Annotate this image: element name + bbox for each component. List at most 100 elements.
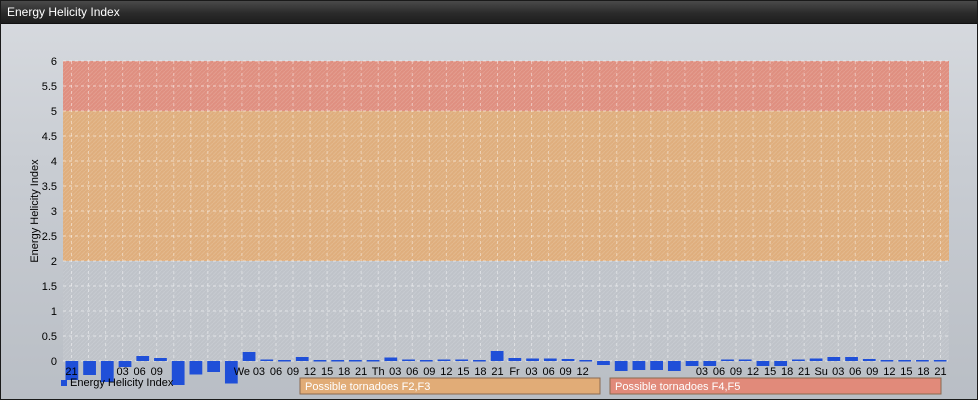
x-tick-label: 09 [866, 366, 878, 378]
x-tick-label: 06 [406, 366, 418, 378]
x-tick-label: 03 [832, 366, 844, 378]
x-tick-label: 18 [781, 366, 793, 378]
x-tick-label: Su [814, 366, 827, 378]
x-tick-label: 12 [304, 366, 316, 378]
ehi-bar [331, 360, 345, 362]
y-tick-label: 4.5 [42, 131, 57, 143]
x-tick-label: 18 [917, 366, 929, 378]
y-tick-label: 2 [51, 256, 57, 268]
x-tick-label: 06 [270, 366, 282, 378]
x-tick-label: 21 [934, 366, 946, 378]
y-tick-label: 3.5 [42, 181, 57, 193]
ehi-bar [136, 356, 150, 361]
ehi-bar [349, 360, 362, 362]
x-tick-label: 12 [883, 366, 895, 378]
y-tick-label: 5 [51, 106, 57, 118]
x-tick-label: 15 [457, 366, 469, 378]
band-legend-label-1: Possible tornadoes F4,F5 [615, 381, 740, 393]
energy-helicity-chart: 00.511.522.533.544.555.56 21 03 06 09 We 03 06… [29, 56, 949, 395]
ehi-bar [667, 361, 681, 371]
x-tick-label: 18 [474, 366, 486, 378]
y-tick-label: 3 [51, 206, 57, 218]
x-tick-label: 03 [525, 366, 537, 378]
ehi-bar [508, 358, 522, 361]
ehi-bar [402, 359, 415, 361]
ehi-bar [154, 358, 167, 361]
y-tick-label: 1 [51, 306, 57, 318]
ehi-bar [526, 358, 539, 361]
x-tick-label: 09 [287, 366, 299, 378]
panel-title: Energy Helicity Index [7, 5, 120, 19]
x-tick-label: 06 [849, 366, 861, 378]
x-tick-label: 12 [747, 366, 759, 378]
ehi-bar [721, 359, 734, 361]
ehi-bar [862, 359, 876, 361]
band-legend-label-0: Possible tornadoes F2,F3 [305, 381, 430, 393]
ehi-bar [809, 358, 823, 361]
ehi-bar [614, 361, 628, 371]
x-tick-label: 15 [764, 366, 776, 378]
x-tick-label: 06 [542, 366, 554, 378]
ehi-bar [561, 359, 575, 361]
x-tick-label: 09 [560, 366, 572, 378]
legend-label: Energy Helicity Index [70, 377, 174, 389]
x-tick-label: 12 [577, 366, 589, 378]
x-tick-label: 03 [253, 366, 265, 378]
ehi-bar [278, 360, 291, 362]
y-tick-label: 4 [51, 156, 57, 168]
ehi-bar [366, 360, 380, 362]
ehi-bar [207, 361, 220, 372]
ehi-bar [437, 359, 451, 361]
ehi-bar [189, 361, 203, 375]
y-tick-label: 1.5 [42, 281, 57, 293]
chart-panel: Energy Helicity Index 0 0.5 1 1.5 2 2.5 3 3.5 4 4… [0, 0, 978, 400]
ehi-bar [473, 360, 486, 362]
ehi-bar [916, 360, 929, 362]
ehi-bar [543, 358, 557, 361]
ehi-bar [579, 360, 593, 362]
ehi-bar [419, 360, 433, 362]
ehi-bar [242, 352, 256, 361]
y-tick-label: 0 [51, 356, 57, 368]
y-tick-label: 0.5 [42, 331, 57, 343]
y-tick-label: 5.5 [42, 81, 57, 93]
ehi-bar [455, 359, 469, 361]
legend-marker [61, 380, 67, 386]
x-tick-label: 09 [423, 366, 435, 378]
ehi-bar [490, 351, 504, 361]
ehi-bar [933, 360, 947, 362]
ehi-bar [650, 361, 663, 370]
ehi-bar [260, 359, 274, 361]
ehi-bar [83, 361, 96, 375]
ehi-bar [632, 361, 646, 370]
x-tick-label: 03 [696, 366, 708, 378]
panel-titlebar: Energy Helicity Index [1, 1, 977, 24]
x-tick-label: We [234, 366, 250, 378]
x-tick-label: 15 [900, 366, 912, 378]
x-tick-label: 15 [321, 366, 333, 378]
x-tick-label: 09 [730, 366, 742, 378]
ehi-bar [898, 360, 912, 362]
ehi-bar [171, 361, 185, 385]
x-tick-label: 21 [798, 366, 810, 378]
ehi-bar [792, 359, 805, 361]
ehi-bar [738, 359, 752, 361]
x-tick-label: 12 [440, 366, 452, 378]
y-tick-label: 2.5 [42, 231, 57, 243]
x-tick-label: Fr [509, 366, 520, 378]
ehi-bar [827, 357, 841, 361]
ehi-bar [384, 357, 398, 361]
y-tick-label: 6 [51, 56, 57, 68]
x-tick-label: 03 [389, 366, 401, 378]
x-tick-label: Th [372, 366, 385, 378]
x-tick-label: 21 [491, 366, 503, 378]
x-tick-label: 21 [355, 366, 367, 378]
x-tick-label: 06 [713, 366, 725, 378]
ehi-bar [880, 360, 894, 362]
y-axis-label: Energy Helicity Index [29, 159, 41, 263]
x-tick-label: 18 [338, 366, 350, 378]
ehi-bar [295, 357, 309, 361]
ehi-bar [313, 360, 327, 362]
ehi-bar [597, 361, 610, 365]
ehi-bar [845, 357, 858, 361]
